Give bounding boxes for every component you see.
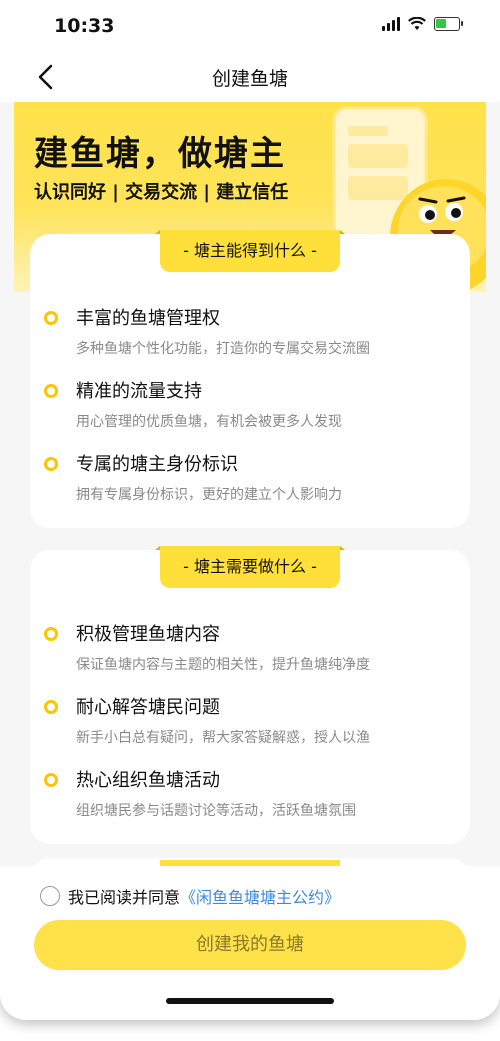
- item-title: 专属的塘主身份标识: [76, 454, 238, 475]
- item-desc: 新手小白总有疑问，帮大家答疑解惑，授人以渔: [76, 730, 370, 746]
- battery-icon: [434, 17, 463, 31]
- status-bar: 10:33: [0, 0, 500, 52]
- wifi-icon: [408, 17, 426, 30]
- list-item: 热心组织鱼塘活动 组织塘民参与话题讨论等活动，活跃鱼塘氛围: [30, 766, 470, 826]
- status-icons: [382, 17, 463, 31]
- agreement-row: 我已阅读并同意 《闲鱼鱼塘塘主公约》: [40, 884, 340, 908]
- banner-title: 建鱼塘，做塘主: [34, 134, 286, 174]
- list-item: 积极管理鱼塘内容 保证鱼塘内容与主题的相关性，提升鱼塘纯净度: [30, 620, 470, 680]
- item-desc: 拥有专属身份标识，更好的建立个人影响力: [76, 487, 342, 503]
- section-tag: - 塘主需要做什么 -: [155, 546, 345, 588]
- item-desc: 用心管理的优质鱼塘，有机会被更多人发现: [76, 414, 342, 430]
- bullet-icon: [44, 627, 58, 641]
- item-title: 耐心解答塘民问题: [76, 697, 220, 718]
- item-title: 热心组织鱼塘活动: [76, 770, 220, 791]
- bottom-bar: 我已阅读并同意 《闲鱼鱼塘塘主公约》 创建我的鱼塘: [0, 866, 500, 1020]
- item-title: 积极管理鱼塘内容: [76, 624, 220, 645]
- list-item: 耐心解答塘民问题 新手小白总有疑问，帮大家答疑解惑，授人以渔: [30, 693, 470, 753]
- phone-screen: 10:33 创建鱼塘 建鱼塘，做塘主 认识同好 | 交易交流 | 建立信任 - …: [0, 0, 500, 1020]
- status-time: 10:33: [54, 15, 115, 37]
- list-item: 精准的流量支持 用心管理的优质鱼塘，有机会被更多人发现: [30, 377, 470, 437]
- item-desc: 保证鱼塘内容与主题的相关性，提升鱼塘纯净度: [76, 657, 370, 673]
- agree-text: 我已阅读并同意: [68, 888, 181, 907]
- home-indicator: [166, 998, 334, 1004]
- nav-bar: 创建鱼塘: [0, 52, 500, 102]
- duties-card: - 塘主需要做什么 - 积极管理鱼塘内容 保证鱼塘内容与主题的相关性，提升鱼塘纯…: [30, 546, 470, 844]
- section-tag: - 塘主能得到什么 -: [155, 230, 345, 272]
- agreement-link[interactable]: 《闲鱼鱼塘塘主公约》: [180, 884, 340, 908]
- page-title: 创建鱼塘: [211, 68, 288, 90]
- banner-subtitle: 认识同好 | 交易交流 | 建立信任: [34, 182, 289, 203]
- list-item: 丰富的鱼塘管理权 多种鱼塘个性化功能，打造你的专属交易交流圈: [30, 304, 470, 364]
- benefits-card: - 塘主能得到什么 - 丰富的鱼塘管理权 多种鱼塘个性化功能，打造你的专属交易交…: [30, 230, 470, 528]
- bullet-icon: [44, 457, 58, 471]
- bullet-icon: [44, 311, 58, 325]
- bullet-icon: [44, 700, 58, 714]
- agree-checkbox[interactable]: [40, 886, 60, 906]
- item-title: 丰富的鱼塘管理权: [76, 308, 220, 329]
- signal-icon: [382, 17, 400, 31]
- bullet-icon: [44, 384, 58, 398]
- item-title: 精准的流量支持: [76, 381, 202, 402]
- bullet-icon: [44, 773, 58, 787]
- create-pond-button[interactable]: 创建我的鱼塘: [34, 920, 466, 970]
- list-item: 专属的塘主身份标识 拥有专属身份标识，更好的建立个人影响力: [30, 450, 470, 510]
- item-desc: 多种鱼塘个性化功能，打造你的专属交易交流圈: [76, 341, 370, 357]
- item-desc: 组织塘民参与话题讨论等活动，活跃鱼塘氛围: [76, 803, 356, 819]
